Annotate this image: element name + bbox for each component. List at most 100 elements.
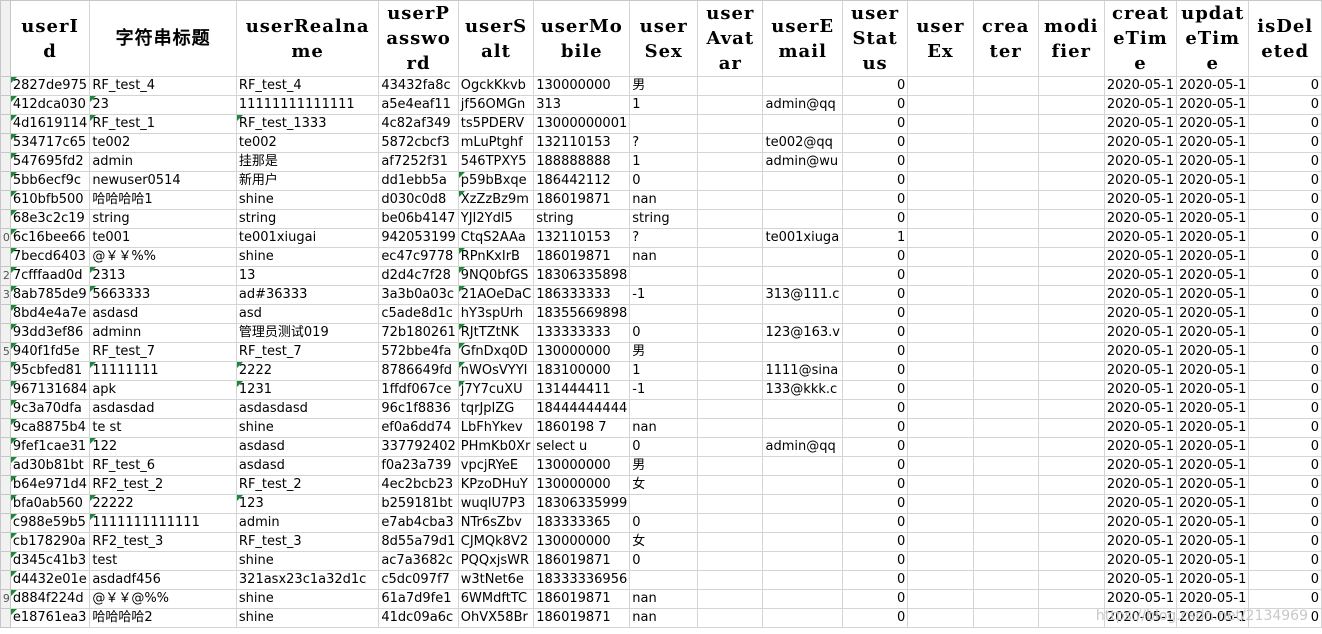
table-cell[interactable]: 1 [629,361,699,381]
table-cell[interactable]: asd [235,304,380,324]
table-cell[interactable]: 2020-05-1 [1176,380,1250,400]
table-cell[interactable] [907,551,974,571]
table-cell[interactable]: 0 [1248,323,1322,343]
table-cell[interactable] [697,171,764,191]
table-cell[interactable]: 0 [841,418,909,438]
table-cell[interactable]: 1111111111111 [89,513,237,533]
table-cell[interactable]: 186019871 [533,608,631,628]
table-cell[interactable] [1037,190,1105,210]
table-cell[interactable]: 2020-05-1 [1103,418,1178,438]
table-cell[interactable] [907,266,974,286]
table-cell[interactable] [1037,418,1105,438]
table-cell[interactable]: 2222 [235,361,380,381]
row-number[interactable] [0,437,11,457]
table-cell[interactable] [629,399,699,419]
field-header-cell[interactable]: modifier [1037,0,1105,77]
table-cell[interactable]: mLuPtghf [457,133,535,153]
table-cell[interactable]: shine [235,589,380,609]
table-cell[interactable]: 2020-05-1 [1176,171,1250,191]
row-number[interactable] [0,608,11,628]
table-cell[interactable]: 186019871 [533,247,631,267]
table-cell[interactable]: 8ab785de9 [9,285,91,305]
table-cell[interactable]: 130000000 [533,532,631,552]
table-cell[interactable]: 132110153 [533,133,631,153]
table-cell[interactable]: 2020-05-1 [1176,209,1250,229]
table-cell[interactable]: asdasd [235,437,380,457]
table-cell[interactable]: 4c82af349 [378,114,459,134]
table-cell[interactable]: 2020-05-1 [1103,342,1178,362]
table-cell[interactable]: 183333365 [533,513,631,533]
table-cell[interactable]: 0 [1248,247,1322,267]
field-header-cell[interactable]: updateTime [1176,0,1250,77]
table-cell[interactable]: 9ca8875b4 [9,418,91,438]
table-cell[interactable]: 11111111 [89,361,237,381]
table-cell[interactable] [1037,494,1105,514]
table-cell[interactable]: 0 [841,209,909,229]
table-cell[interactable]: 0 [1248,399,1322,419]
table-cell[interactable] [762,551,843,571]
table-cell[interactable]: 23 [89,95,237,115]
table-cell[interactable]: bfa0ab560 [9,494,91,514]
table-cell[interactable]: shine [235,190,380,210]
table-cell[interactable]: 6c16bee66 [9,228,91,248]
table-cell[interactable]: te002 [89,133,237,153]
table-cell[interactable]: 2020-05-1 [1176,418,1250,438]
table-cell[interactable] [762,304,843,324]
table-cell[interactable]: 188888888 [533,152,631,172]
table-cell[interactable]: admin [89,152,237,172]
table-cell[interactable]: apk [89,380,237,400]
table-cell[interactable]: PQQxjsWR [457,551,535,571]
table-cell[interactable]: 0 [1248,418,1322,438]
table-cell[interactable]: select u [533,437,631,457]
table-cell[interactable] [1037,608,1105,628]
table-cell[interactable]: f0a23a739 [378,456,459,476]
table-cell[interactable]: 2020-05-1 [1176,551,1250,571]
table-cell[interactable]: 0 [629,171,699,191]
table-cell[interactable]: jf56OMGn [457,95,535,115]
table-cell[interactable]: 3a3b0a03c [378,285,459,305]
table-cell[interactable]: RF_test_4 [235,76,380,96]
table-cell[interactable]: 0 [1248,437,1322,457]
table-cell[interactable]: te002 [235,133,380,153]
table-cell[interactable]: wuqlU7P3 [457,494,535,514]
table-cell[interactable]: ac7a3682c [378,551,459,571]
table-cell[interactable] [762,494,843,514]
table-cell[interactable] [697,418,764,438]
table-cell[interactable]: LbFhYkev [457,418,535,438]
table-cell[interactable] [697,76,764,96]
table-cell[interactable]: 2020-05-1 [1103,323,1178,343]
table-cell[interactable]: 0 [841,152,909,172]
table-cell[interactable]: ad30b81bt [9,456,91,476]
table-cell[interactable]: 131444411 [533,380,631,400]
table-cell[interactable]: a5e4eaf11 [378,95,459,115]
table-cell[interactable]: 2020-05-1 [1103,266,1178,286]
table-cell[interactable]: 2313 [89,266,237,286]
table-cell[interactable]: 2020-05-1 [1103,456,1178,476]
table-cell[interactable]: 0 [1248,551,1322,571]
table-cell[interactable]: 313@111.c [762,285,843,305]
table-cell[interactable]: 2020-05-1 [1176,247,1250,267]
table-cell[interactable] [697,380,764,400]
table-cell[interactable]: 女 [629,475,699,495]
table-cell[interactable] [762,475,843,495]
table-cell[interactable] [697,95,764,115]
table-cell[interactable]: ? [629,228,699,248]
table-cell[interactable]: asdadf456 [89,570,237,590]
table-cell[interactable] [762,608,843,628]
row-number[interactable] [0,361,11,381]
table-cell[interactable]: 186333333 [533,285,631,305]
table-cell[interactable]: asdasdasd [235,399,380,419]
table-cell[interactable]: YJI2Ydl5 [457,209,535,229]
table-cell[interactable]: d030c0d8 [378,190,459,210]
table-cell[interactable]: shine [235,551,380,571]
table-cell[interactable]: 0 [841,608,909,628]
table-cell[interactable]: -1 [629,380,699,400]
table-cell[interactable] [907,399,974,419]
table-cell[interactable] [972,209,1039,229]
table-cell[interactable]: 0 [1248,570,1322,590]
field-header-cell[interactable]: userStatus [841,0,909,77]
table-cell[interactable] [907,456,974,476]
table-cell[interactable]: b64e971d4 [9,475,91,495]
table-cell[interactable]: 1 [629,95,699,115]
table-cell[interactable]: nan [629,589,699,609]
